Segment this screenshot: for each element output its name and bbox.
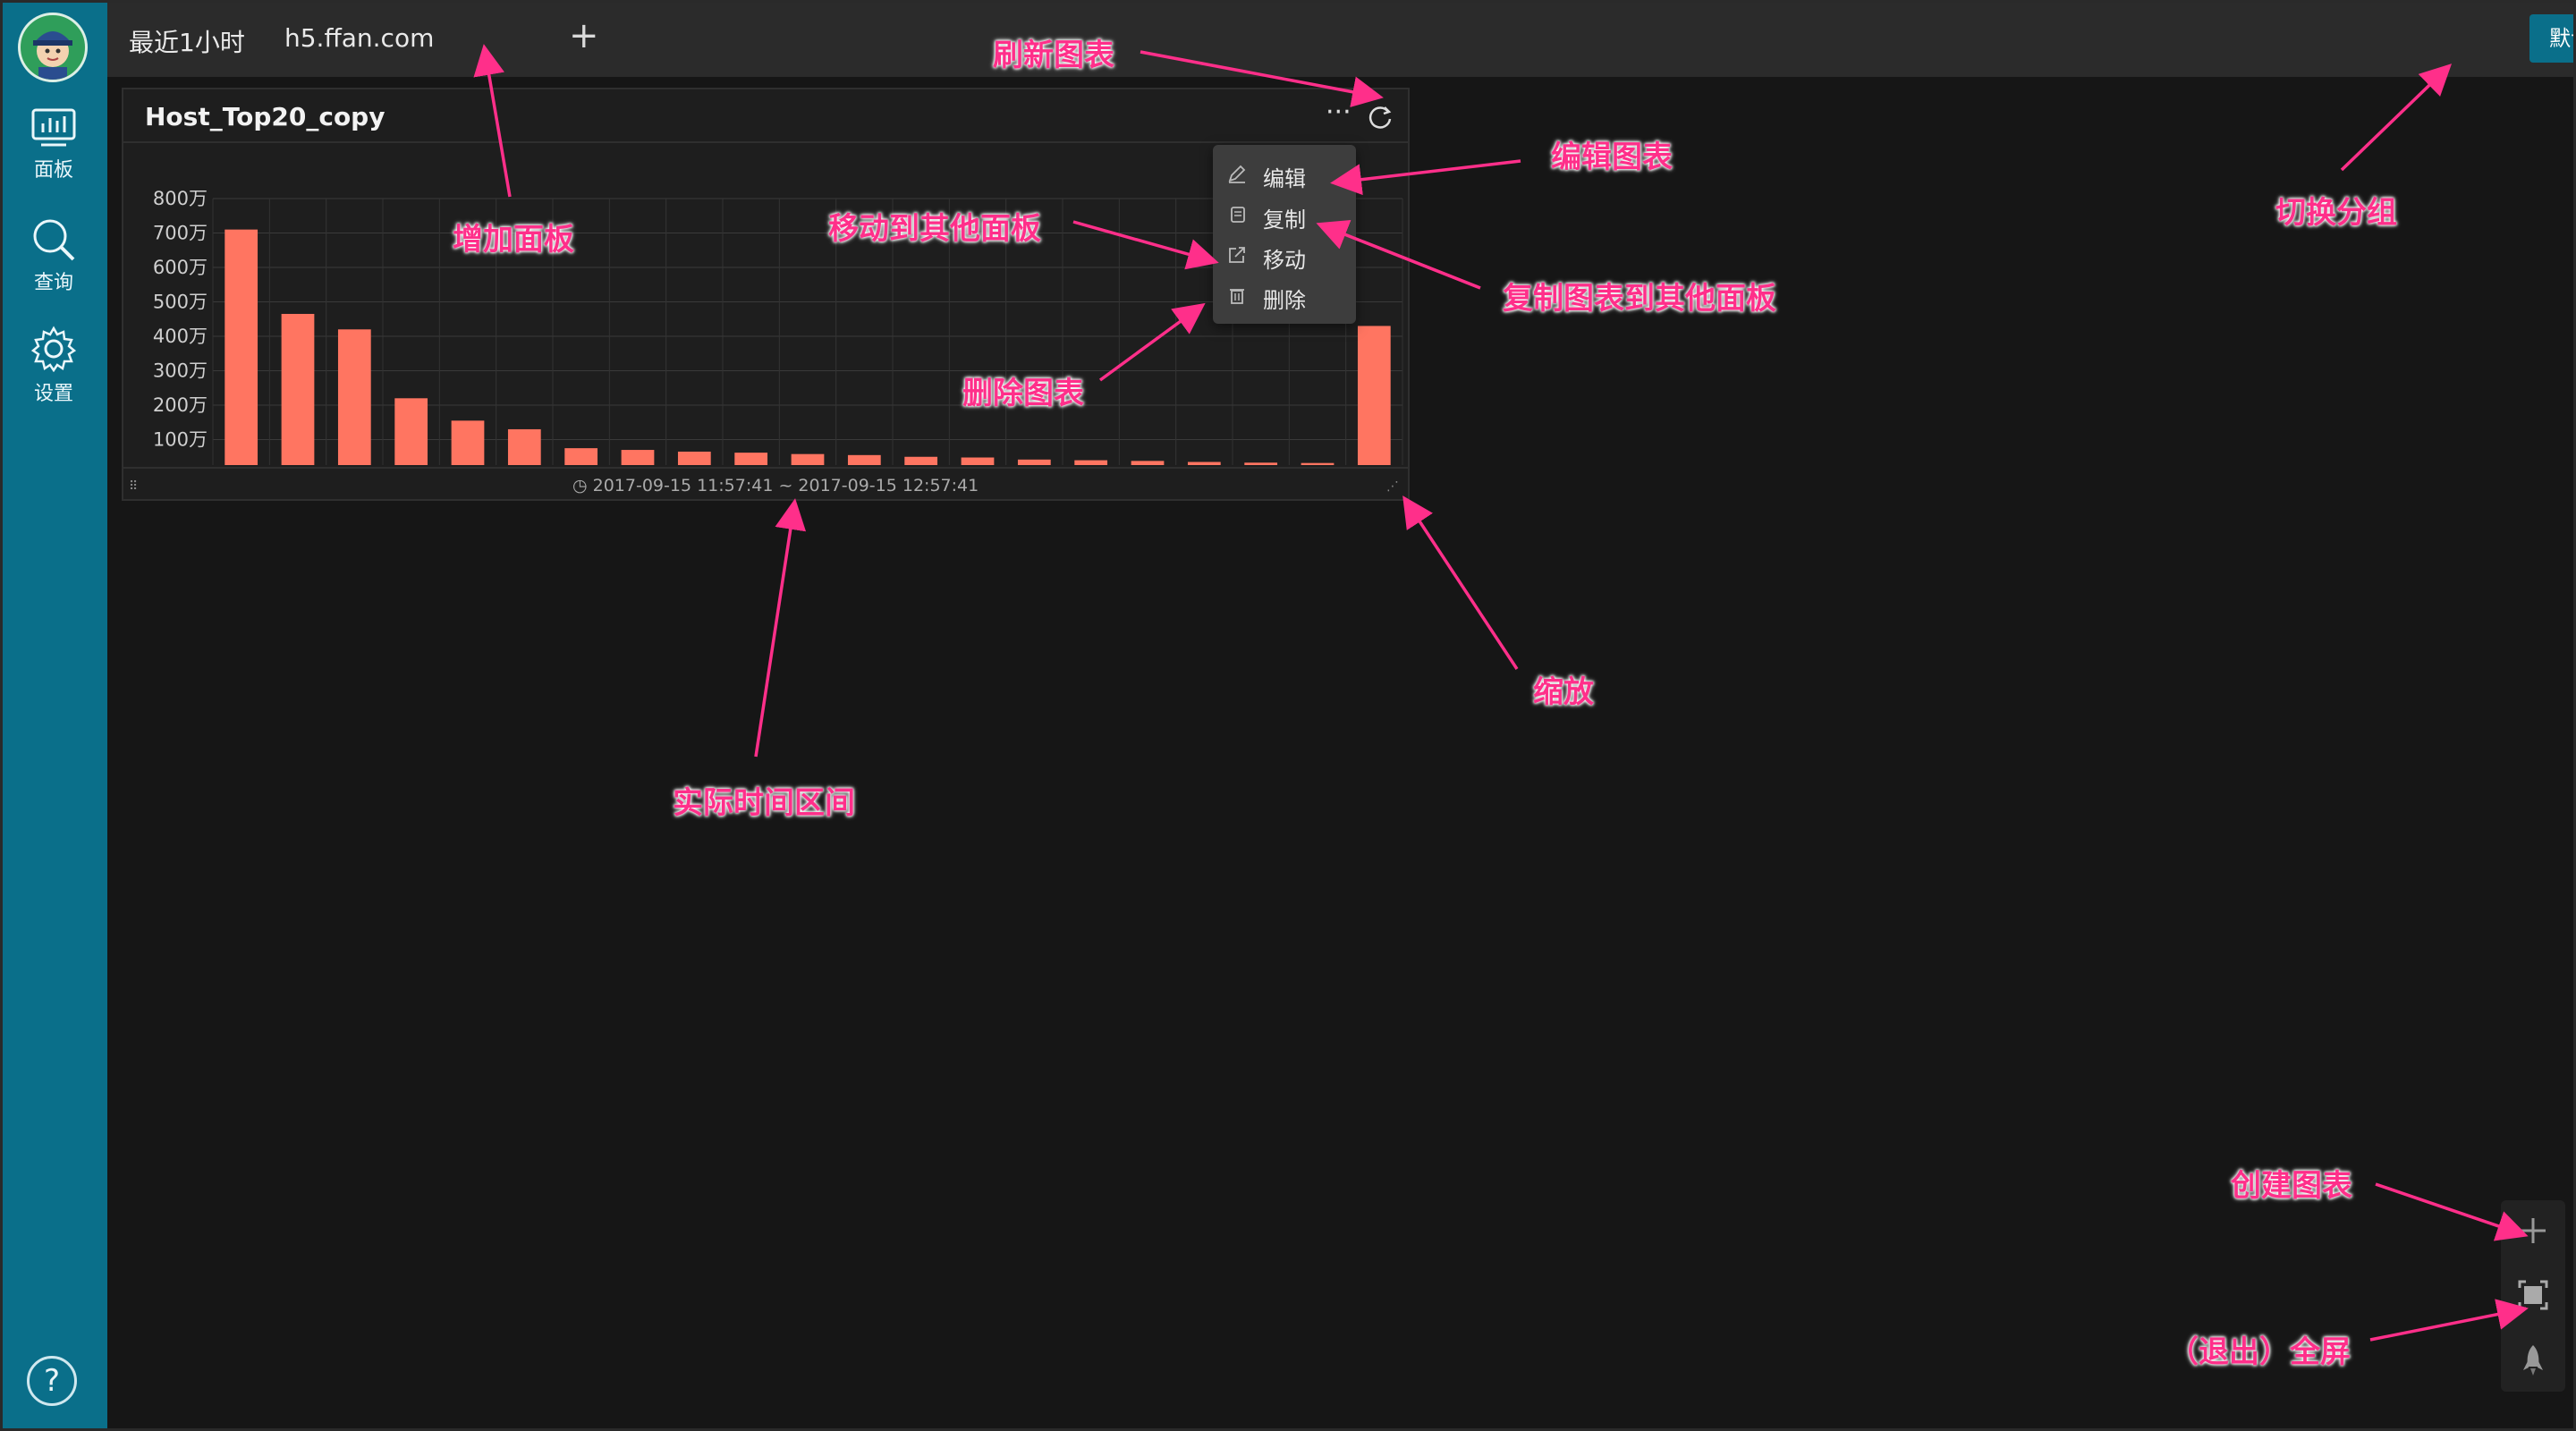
annotation-time-range: 实际时间区间	[673, 785, 855, 821]
annotation-arrows	[473, 44, 2529, 1342]
annotation-switch-group: 切换分组	[2275, 195, 2397, 231]
annotation-create: 创建图表	[2231, 1168, 2352, 1204]
arrow-edit	[1330, 159, 1521, 196]
annotation-move-to: 移动到其他面板	[828, 211, 1041, 247]
annotation-fullscreen: （退出）全屏	[2168, 1334, 2351, 1370]
arrow-switch-group	[2340, 64, 2453, 172]
arrow-move-to	[1072, 220, 1219, 270]
arrow-delete	[1098, 302, 1206, 382]
arrow-time-range	[754, 498, 807, 758]
annotation-edit: 编辑图表	[1551, 140, 1673, 175]
arrow-refresh	[1140, 50, 1384, 108]
arrow-create	[2375, 1182, 2529, 1241]
arrow-add-panel	[473, 44, 512, 198]
annotation-refresh: 刷新图表	[993, 38, 1114, 73]
annotation-delete: 删除图表	[962, 376, 1084, 411]
annotation-copy-to: 复制图表到其他面板	[1503, 281, 1776, 317]
annotation-add-panel: 增加面板	[453, 222, 574, 258]
arrow-copy-to	[1316, 220, 1481, 290]
arrow-fullscreen	[2369, 1299, 2529, 1342]
arrow-zoom	[1402, 495, 1519, 670]
annotation-zoom: 缩放	[1533, 674, 1594, 710]
